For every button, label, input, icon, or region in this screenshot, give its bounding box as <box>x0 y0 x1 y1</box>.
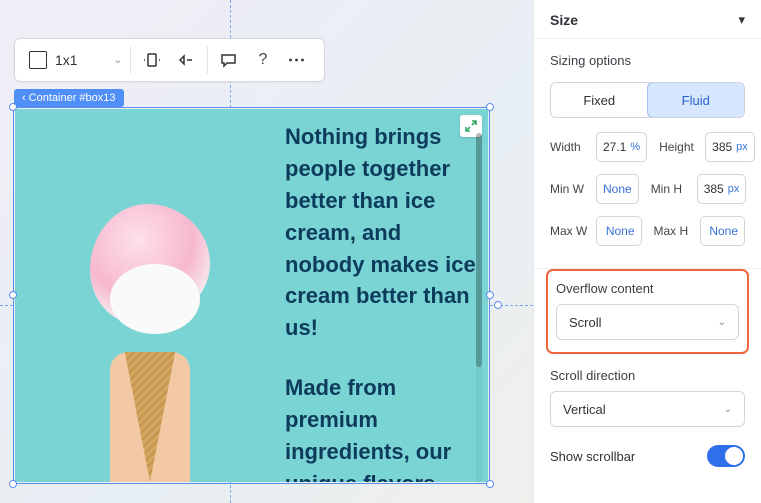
section-title: Size <box>550 12 578 28</box>
floating-toolbar: 1x1 ⌄ ? <box>14 38 325 82</box>
comment-icon <box>220 52 237 69</box>
selection-handle-sw[interactable] <box>9 480 17 488</box>
width-label: Width <box>550 140 590 154</box>
help-button[interactable]: ? <box>250 47 276 73</box>
selection-outline <box>13 107 490 484</box>
height-value: 385 <box>712 140 732 154</box>
sizing-options-label: Sizing options <box>534 39 761 76</box>
breadcrumb-label: Container #box13 <box>29 92 116 104</box>
width-input[interactable]: 27.1 % <box>596 132 647 162</box>
collapse-icon: ▾ <box>738 12 745 28</box>
selection-handle-e[interactable] <box>486 291 494 299</box>
chevron-down-icon: ⌄ <box>114 55 122 66</box>
stretch-button[interactable] <box>139 47 165 73</box>
minw-input[interactable]: None <box>596 174 639 204</box>
aspect-ratio-label: 1x1 <box>55 52 78 68</box>
minw-label: Min W <box>550 182 590 196</box>
minh-value: 385 <box>704 182 724 196</box>
overflow-highlight: Overflow content Scroll ⌄ <box>546 269 749 354</box>
canvas-area: 1x1 ⌄ ? ‹ Container #box13 <box>0 0 533 503</box>
sizing-fluid-option[interactable]: Fluid <box>647 82 746 118</box>
scroll-direction-label: Scroll direction <box>534 354 761 389</box>
chevron-down-icon: ⌄ <box>718 317 726 328</box>
minh-unit[interactable]: px <box>728 183 740 195</box>
height-unit[interactable]: px <box>736 141 748 153</box>
show-scrollbar-label: Show scrollbar <box>550 449 635 464</box>
minw-value: None <box>603 182 632 196</box>
minh-label: Min H <box>651 182 691 196</box>
selection-handle-w[interactable] <box>9 291 17 299</box>
overflow-label: Overflow content <box>552 281 743 302</box>
size-section-header[interactable]: Size ▾ <box>534 0 761 38</box>
separator <box>130 46 131 74</box>
width-value: 27.1 <box>603 140 626 154</box>
chevron-left-icon: ‹ <box>22 92 26 104</box>
maxh-input[interactable]: None <box>700 216 746 246</box>
overflow-select[interactable]: Scroll ⌄ <box>556 304 739 340</box>
maxw-input[interactable]: None <box>596 216 642 246</box>
selection-handle-ne[interactable] <box>486 103 494 111</box>
sizing-mode-toggle: Fixed Fluid <box>550 82 745 118</box>
maxw-value: None <box>606 224 635 238</box>
overflow-value: Scroll <box>569 315 602 330</box>
separator <box>207 46 208 74</box>
selection-handle-se[interactable] <box>486 480 494 488</box>
width-unit[interactable]: % <box>630 141 640 153</box>
height-input[interactable]: 385 px <box>705 132 755 162</box>
maxh-label: Max H <box>654 224 694 238</box>
height-label: Height <box>659 140 699 154</box>
selection-handle-nw[interactable] <box>9 103 17 111</box>
align-icon <box>177 51 195 69</box>
comment-button[interactable] <box>216 47 242 73</box>
maxw-label: Max W <box>550 224 590 238</box>
sizing-fixed-option[interactable]: Fixed <box>551 83 648 117</box>
aspect-ratio-selector[interactable]: 1x1 ⌄ <box>23 51 128 69</box>
inspector-panel: Size ▾ Sizing options Fixed Fluid Width … <box>533 0 761 503</box>
breadcrumb-tag[interactable]: ‹ Container #box13 <box>14 89 124 107</box>
stretch-icon <box>143 51 161 69</box>
scroll-direction-value: Vertical <box>563 402 606 417</box>
more-icon <box>288 58 305 62</box>
minh-input[interactable]: 385 px <box>697 174 747 204</box>
chevron-down-icon: ⌄ <box>724 404 732 415</box>
show-scrollbar-toggle[interactable] <box>707 445 745 467</box>
dimension-grid: Width 27.1 % Height 385 px Min W None <box>534 132 761 268</box>
more-button[interactable] <box>284 47 310 73</box>
square-icon <box>29 51 47 69</box>
align-button[interactable] <box>173 47 199 73</box>
selection-handle-e2[interactable] <box>494 301 502 309</box>
scroll-direction-select[interactable]: Vertical ⌄ <box>550 391 745 427</box>
maxh-value: None <box>709 224 738 238</box>
